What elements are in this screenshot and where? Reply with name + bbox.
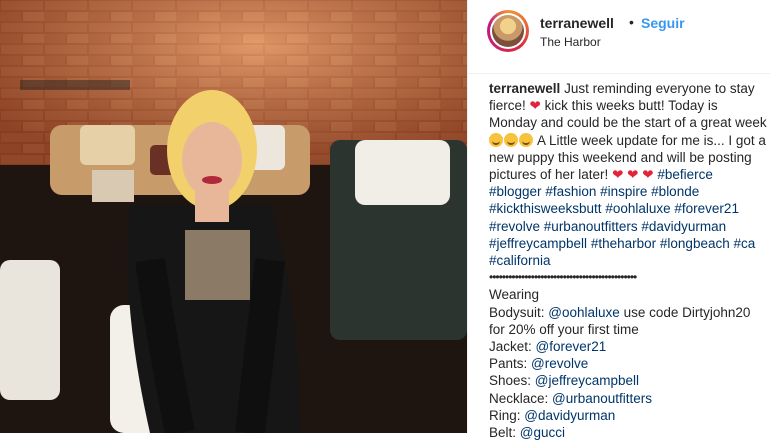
hashtag-link[interactable]: #blonde [651, 184, 699, 199]
mention-link[interactable]: @urbanoutfitters [552, 391, 652, 406]
pants-label: Pants: [489, 356, 528, 372]
avatar[interactable] [487, 10, 529, 52]
photo-scene [0, 0, 467, 433]
red-heart-icon: ❤ [529, 98, 541, 114]
hashtag-link[interactable]: #jeffreycampbell [489, 236, 587, 251]
hashtag-link[interactable]: #befierce [657, 167, 713, 182]
mention-link[interactable]: @davidyurman [524, 408, 615, 423]
hashtag-link[interactable]: #blogger [489, 184, 542, 199]
hashtag-link[interactable]: #ca [734, 236, 756, 251]
red-heart-icon: ❤ [627, 167, 639, 183]
username-link[interactable]: terranewell [540, 15, 614, 31]
hashtag-link[interactable]: #kickthisweeksbutt [489, 201, 602, 216]
hashtag-link[interactable]: #california [489, 253, 551, 268]
wearing-label: Wearing [489, 287, 540, 303]
follow-button[interactable]: Seguir [641, 15, 685, 31]
post-header: terranewell • Seguir The Harbor [468, 0, 770, 74]
hashtag-link[interactable]: #davidyurman [641, 219, 726, 234]
bodysuit-label: Bodysuit: [489, 304, 545, 320]
mention-link[interactable]: @revolve [531, 356, 588, 371]
location-link[interactable]: The Harbor [540, 35, 601, 49]
avatar-image [492, 15, 524, 47]
post-sidebar: terranewell • Seguir The Harbor terranew… [467, 0, 770, 440]
hashtag-link[interactable]: #revolve [489, 219, 540, 234]
red-heart-icon: ❤ [612, 167, 624, 183]
shoes-label: Shoes: [489, 373, 532, 389]
jacket-label: Jacket: [489, 339, 532, 355]
mention-link[interactable]: @oohlaluxe [548, 305, 620, 320]
necklace-label: Necklace: [489, 390, 549, 406]
hashtag-link[interactable]: #theharbor [591, 236, 656, 251]
hashtag-link[interactable]: #inspire [600, 184, 647, 199]
hashtag-link[interactable]: #fashion [545, 184, 596, 199]
smiling-face-icon [519, 132, 533, 147]
ring-label: Ring: [489, 407, 521, 423]
red-heart-icon: ❤ [642, 167, 654, 183]
post-caption: terranewell Just reminding everyone to s… [489, 80, 767, 441]
hashtag-link[interactable]: #forever21 [674, 201, 739, 216]
mention-link[interactable]: @jeffreycampbell [535, 373, 639, 388]
hashtag-link[interactable]: #urbanoutfitters [544, 219, 638, 234]
hashtag-link[interactable]: #oohlaluxe [605, 201, 670, 216]
separator-dot: • [629, 14, 634, 30]
caption-divider: ••••••••••••••••••••••••••••••••••••••••… [489, 270, 637, 285]
caption-username[interactable]: terranewell [489, 81, 560, 96]
mention-link[interactable]: @forever21 [536, 339, 607, 354]
smiling-face-icon [504, 132, 518, 147]
post-photo[interactable] [0, 0, 467, 433]
hashtag-link[interactable]: #longbeach [660, 236, 730, 251]
smiling-face-icon [489, 132, 503, 147]
